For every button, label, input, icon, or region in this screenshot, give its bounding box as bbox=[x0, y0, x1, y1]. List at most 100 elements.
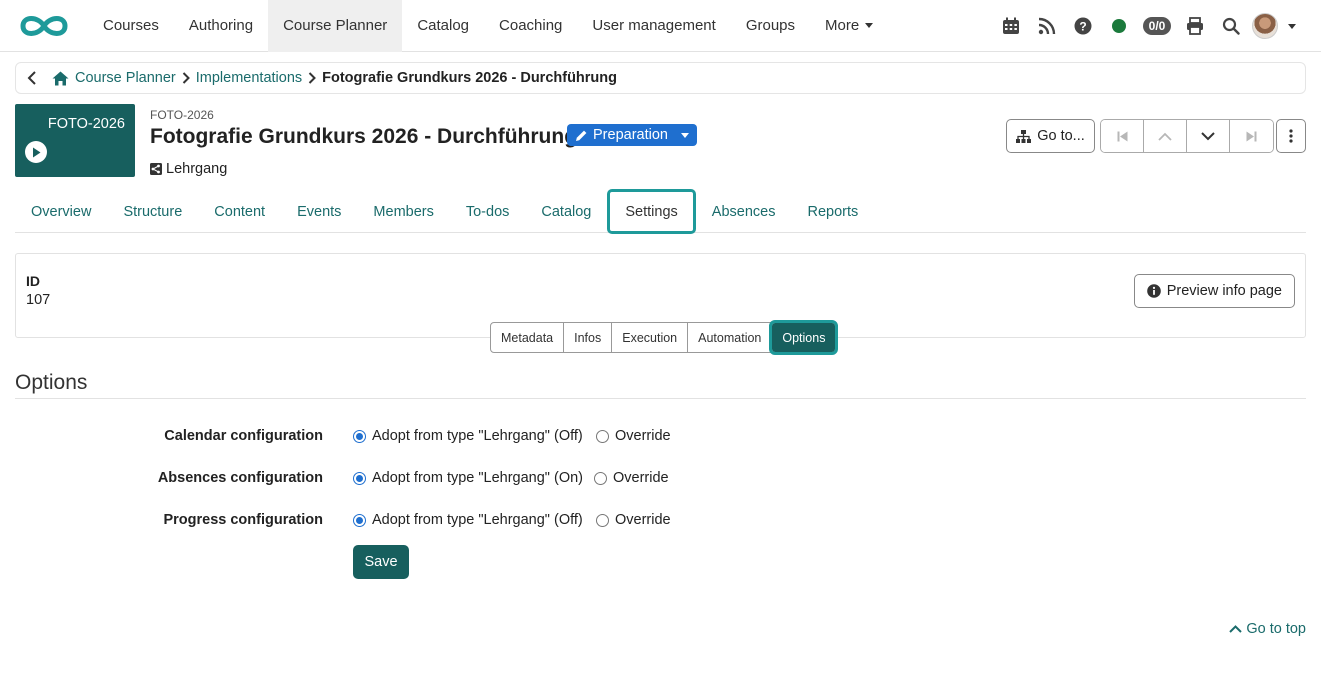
external-reference: FOTO-2026 bbox=[150, 108, 214, 122]
chevron-left-icon[interactable] bbox=[26, 71, 38, 85]
breadcrumb-implementations[interactable]: Implementations bbox=[196, 70, 302, 86]
tab-catalog-label: Catalog bbox=[541, 203, 592, 220]
logo[interactable] bbox=[0, 0, 88, 52]
subtab-automation[interactable]: Automation bbox=[688, 323, 773, 352]
help-icon: ? bbox=[1074, 17, 1092, 35]
nav-more[interactable]: More bbox=[810, 0, 888, 52]
search-button[interactable] bbox=[1213, 0, 1249, 52]
nav-course-planner-label: Course Planner bbox=[283, 17, 388, 34]
nav-authoring-label: Authoring bbox=[188, 17, 254, 34]
first-record-button[interactable] bbox=[1101, 120, 1144, 152]
go-to-button[interactable]: Go to... bbox=[1006, 119, 1095, 153]
chevron-down-icon bbox=[1201, 131, 1215, 140]
tab-content[interactable]: Content bbox=[198, 190, 281, 233]
rss-button[interactable] bbox=[1029, 0, 1065, 52]
absences-override-label: Override bbox=[613, 470, 669, 486]
help-button[interactable]: ? bbox=[1065, 0, 1101, 52]
status-dropdown[interactable]: Preparation bbox=[567, 124, 697, 146]
tab-reports[interactable]: Reports bbox=[791, 190, 874, 233]
caret-down-icon bbox=[1288, 23, 1296, 29]
implementation-type: Lehrgang bbox=[150, 161, 577, 177]
go-to-top-link[interactable]: Go to top bbox=[1229, 621, 1306, 637]
calendar-adopt-radio[interactable] bbox=[353, 429, 366, 443]
play-icon bbox=[25, 141, 47, 163]
tab-members-label: Members bbox=[373, 203, 434, 220]
nav-courses[interactable]: Courses bbox=[88, 0, 174, 52]
tab-absences[interactable]: Absences bbox=[696, 190, 792, 233]
id-value: 107 bbox=[26, 292, 51, 308]
tab-catalog[interactable]: Catalog bbox=[525, 190, 607, 233]
chevron-up-icon bbox=[1158, 132, 1172, 141]
svg-text:?: ? bbox=[1079, 20, 1086, 34]
online-status[interactable] bbox=[1101, 0, 1137, 52]
nav-course-planner[interactable]: Course Planner bbox=[268, 0, 403, 52]
tab-settings[interactable]: Settings bbox=[607, 189, 696, 234]
preview-info-page-label: Preview info page bbox=[1166, 283, 1282, 299]
tab-absences-label: Absences bbox=[711, 203, 776, 220]
sitemap-icon bbox=[1016, 129, 1032, 143]
calendar-configuration-label: Calendar configuration bbox=[164, 428, 323, 444]
calendar-button[interactable] bbox=[993, 0, 1029, 52]
tab-content-label: Content bbox=[214, 203, 266, 220]
nav-coaching[interactable]: Coaching bbox=[484, 0, 577, 52]
calendar-adopt-label: Adopt from type "Lehrgang" (Off) bbox=[372, 428, 583, 444]
nav-user-management[interactable]: User management bbox=[577, 0, 730, 52]
progress-adopt-option[interactable]: Adopt from type "Lehrgang" (Off) bbox=[353, 512, 583, 528]
go-to-label: Go to... bbox=[1037, 128, 1085, 144]
calendar-override-option[interactable]: Override bbox=[596, 428, 671, 444]
home-icon[interactable] bbox=[52, 71, 69, 86]
next-record-button[interactable] bbox=[1187, 120, 1230, 152]
user-menu[interactable] bbox=[1249, 0, 1299, 52]
nav-groups[interactable]: Groups bbox=[731, 0, 810, 52]
thumbnail-label: FOTO-2026 bbox=[47, 116, 125, 132]
nav-user-management-label: User management bbox=[592, 17, 716, 34]
more-actions-button[interactable] bbox=[1276, 119, 1306, 153]
top-navigation: Courses Authoring Course Planner Catalog… bbox=[0, 0, 1321, 52]
subtab-infos[interactable]: Infos bbox=[564, 323, 613, 352]
nav-groups-label: Groups bbox=[745, 17, 796, 34]
tab-structure[interactable]: Structure bbox=[107, 190, 198, 233]
print-button[interactable] bbox=[1177, 0, 1213, 52]
nav-catalog[interactable]: Catalog bbox=[402, 0, 484, 52]
progress-override-option[interactable]: Override bbox=[596, 512, 671, 528]
subtab-options-label: Options bbox=[782, 330, 826, 345]
nav-more-label: More bbox=[825, 17, 860, 34]
absences-adopt-label: Adopt from type "Lehrgang" (On) bbox=[372, 470, 583, 486]
subtab-metadata[interactable]: Metadata bbox=[491, 323, 565, 352]
absences-adopt-radio[interactable] bbox=[353, 471, 366, 485]
title-block: FOTO-2026 Fotografie Grundkurs 2026 - Du… bbox=[150, 108, 577, 177]
tab-events[interactable]: Events bbox=[281, 190, 357, 233]
absences-override-option[interactable]: Override bbox=[594, 470, 669, 486]
status-label: Preparation bbox=[593, 127, 668, 143]
tab-members[interactable]: Members bbox=[357, 190, 449, 233]
breadcrumb-course-planner[interactable]: Course Planner bbox=[75, 70, 176, 86]
tab-events-label: Events bbox=[297, 203, 342, 220]
chevron-up-icon bbox=[1229, 625, 1243, 633]
previous-record-button[interactable] bbox=[1144, 120, 1187, 152]
absences-configuration-label: Absences configuration bbox=[157, 470, 323, 486]
save-button[interactable]: Save bbox=[353, 545, 409, 579]
last-record-button[interactable] bbox=[1230, 120, 1273, 152]
id-label: ID bbox=[26, 273, 40, 289]
progress-adopt-radio[interactable] bbox=[353, 513, 366, 527]
subtab-execution[interactable]: Execution bbox=[612, 323, 689, 352]
subtab-automation-label: Automation bbox=[698, 330, 762, 345]
tab-reports-label: Reports bbox=[807, 203, 859, 220]
badge-count: 0/0 bbox=[1142, 17, 1172, 35]
breadcrumb: Course Planner Implementations Fotografi… bbox=[15, 62, 1306, 94]
nav-authoring[interactable]: Authoring bbox=[174, 0, 268, 52]
notification-badge[interactable]: 0/0 bbox=[1137, 0, 1177, 52]
subtab-options[interactable]: Options bbox=[769, 320, 839, 355]
progress-override-radio[interactable] bbox=[596, 513, 609, 527]
tab-overview[interactable]: Overview bbox=[15, 190, 107, 233]
calendar-adopt-option[interactable]: Adopt from type "Lehrgang" (Off) bbox=[353, 428, 583, 444]
absences-adopt-option[interactable]: Adopt from type "Lehrgang" (On) bbox=[353, 470, 583, 486]
progress-override-label: Override bbox=[615, 512, 671, 528]
tab-todos[interactable]: To-dos bbox=[450, 190, 526, 233]
absences-override-radio[interactable] bbox=[594, 471, 607, 485]
calendar-override-radio[interactable] bbox=[596, 429, 609, 443]
nav-catalog-label: Catalog bbox=[417, 17, 470, 34]
infinity-logo-icon bbox=[20, 15, 68, 36]
course-thumbnail[interactable]: FOTO-2026 bbox=[15, 104, 135, 177]
preview-info-page-button[interactable]: Preview info page bbox=[1133, 274, 1295, 308]
